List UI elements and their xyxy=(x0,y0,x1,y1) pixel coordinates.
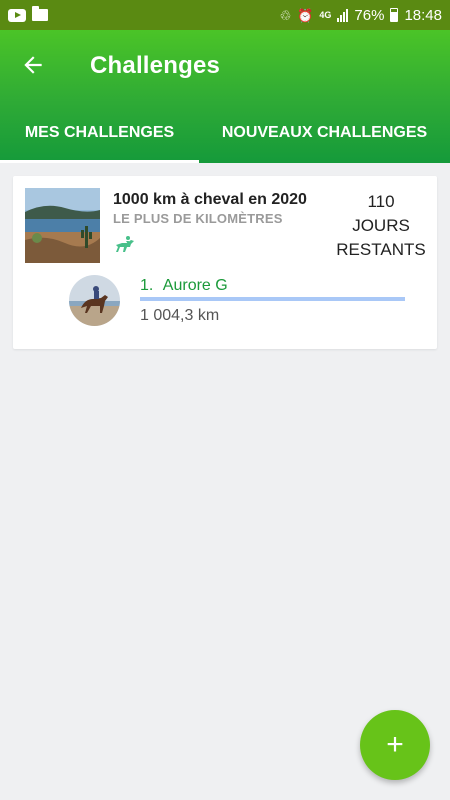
tab-mes-challenges[interactable]: MES CHALLENGES xyxy=(0,114,199,163)
leaderboard-entry: 1. Aurore G xyxy=(140,277,228,295)
challenge-title: 1000 km à cheval en 2020 xyxy=(113,191,307,208)
alarm-icon: ⏰ xyxy=(297,7,314,23)
recycle-icon: ♲ xyxy=(279,7,292,23)
progress-bar xyxy=(140,297,405,301)
tab-bar: MES CHALLENGES NOUVEAUX CHALLENGES xyxy=(0,114,450,163)
back-button[interactable] xyxy=(20,52,52,80)
challenge-image xyxy=(25,188,100,263)
leaderboard-rank: 1. xyxy=(140,277,154,294)
page-title: Challenges xyxy=(90,52,221,79)
days-remaining-label-2: RESTANTS xyxy=(336,240,426,259)
avatar xyxy=(69,275,120,326)
days-remaining-label-1: JOURS xyxy=(352,216,410,235)
progress-bar-fill xyxy=(140,297,405,301)
leaderboard-user-name: Aurore G xyxy=(162,277,228,294)
days-remaining-count: 110 xyxy=(367,192,395,211)
clock: 18:48 xyxy=(404,6,442,24)
days-remaining: 110 JOURS RESTANTS xyxy=(331,190,431,262)
youtube-icon xyxy=(8,8,26,22)
battery-percent: 76% xyxy=(354,6,385,24)
folder-icon xyxy=(32,6,48,21)
leaderboard-distance: 1 004,3 km xyxy=(140,307,220,324)
challenge-card[interactable]: 1000 km à cheval en 2020 LE PLUS DE KILO… xyxy=(13,176,437,349)
battery-icon xyxy=(390,8,399,22)
add-challenge-button[interactable]: + xyxy=(360,710,430,780)
add-icon: + xyxy=(386,728,404,761)
arrow-left-icon xyxy=(24,56,42,74)
signal-icon xyxy=(337,8,349,22)
challenge-type: LE PLUS DE KILOMÈTRES xyxy=(113,211,283,226)
network-type: 4G xyxy=(319,9,332,20)
selected-tab-indicator xyxy=(0,160,199,163)
app-bar: Challenges MES CHALLENGES NOUVEAUX CHALL… xyxy=(0,30,450,163)
tab-nouveaux-challenges[interactable]: NOUVEAUX CHALLENGES xyxy=(199,114,450,163)
horse-riding-icon xyxy=(116,236,134,252)
status-bar: ♲ ⏰ 4G 76% 18:48 xyxy=(0,0,450,30)
